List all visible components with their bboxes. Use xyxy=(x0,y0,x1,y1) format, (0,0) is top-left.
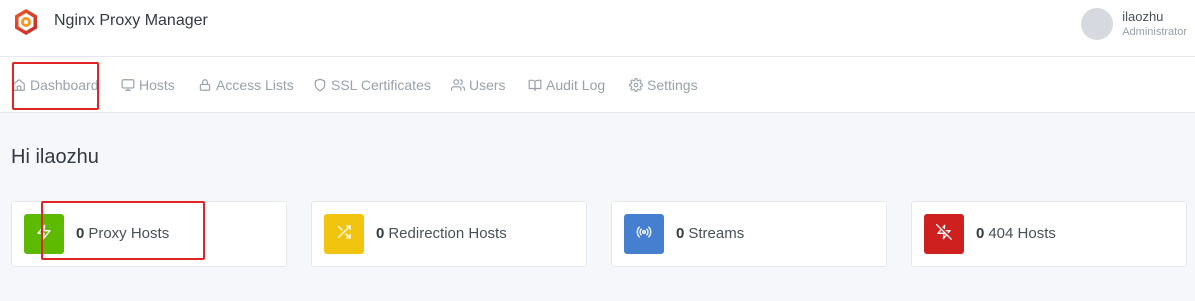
card-label: Redirection Hosts xyxy=(388,225,507,242)
home-icon xyxy=(12,78,26,92)
streams-stamp xyxy=(624,214,664,254)
card-count: 0 xyxy=(676,225,685,242)
shield-icon xyxy=(313,78,327,92)
proxy-hosts-stamp xyxy=(24,214,64,254)
redirection-hosts-stamp xyxy=(324,214,364,254)
card-label: Streams xyxy=(688,225,745,242)
nav-label: Audit Log xyxy=(546,77,606,93)
card-count: 0 xyxy=(376,225,385,242)
page-title: Hi ilaozhu xyxy=(11,146,99,168)
nav-label: Hosts xyxy=(139,77,175,93)
nav-item-hosts[interactable]: Hosts xyxy=(121,74,175,96)
card-proxy-hosts[interactable]: 0 Proxy Hosts xyxy=(11,201,287,267)
nav-item-users[interactable]: Users xyxy=(451,74,506,96)
card-text: 0 Redirection Hosts xyxy=(376,225,507,242)
main-nav: Dashboard Hosts Access Lists SSL Certifi… xyxy=(0,57,1195,113)
nav-label: Users xyxy=(469,77,506,93)
user-info: ilaozhu Administrator xyxy=(1122,8,1187,39)
card-count: 0 xyxy=(976,225,985,242)
book-icon xyxy=(528,78,542,92)
404-hosts-stamp xyxy=(924,214,964,254)
card-count: 0 xyxy=(76,225,85,242)
nav-label: Access Lists xyxy=(216,77,294,93)
nav-item-dashboard[interactable]: Dashboard xyxy=(12,74,99,96)
card-text: 0 Proxy Hosts xyxy=(76,225,169,242)
gear-icon xyxy=(629,78,643,92)
avatar[interactable] xyxy=(1081,8,1114,40)
nav-label: Dashboard xyxy=(30,77,99,93)
users-icon xyxy=(451,78,465,92)
nginx-proxy-manager-logo-icon xyxy=(12,8,40,36)
zap-icon xyxy=(36,224,52,245)
card-404-hosts[interactable]: 0 404 Hosts xyxy=(911,201,1187,267)
zap-off-icon xyxy=(936,223,952,245)
nav-item-audit-log[interactable]: Audit Log xyxy=(528,74,605,96)
card-label: 404 Hosts xyxy=(988,225,1056,242)
shuffle-icon xyxy=(336,224,352,245)
nav-item-ssl-certificates[interactable]: SSL Certificates xyxy=(313,74,431,96)
card-redirection-hosts[interactable]: 0 Redirection Hosts xyxy=(311,201,587,267)
radio-icon xyxy=(636,224,652,245)
card-streams[interactable]: 0 Streams xyxy=(611,201,887,267)
user-menu[interactable]: ilaozhu Administrator xyxy=(1081,6,1187,42)
top-header: Nginx Proxy Manager ilaozhu Administrato… xyxy=(0,0,1195,57)
user-role: Administrator xyxy=(1122,26,1187,39)
brand[interactable]: Nginx Proxy Manager xyxy=(12,8,208,36)
nav-item-access-lists[interactable]: Access Lists xyxy=(198,74,294,96)
card-label: Proxy Hosts xyxy=(88,225,170,242)
user-name: ilaozhu xyxy=(1122,8,1164,24)
nav-label: SSL Certificates xyxy=(331,77,431,93)
card-text: 0 Streams xyxy=(676,225,744,242)
nav-item-settings[interactable]: Settings xyxy=(629,74,698,96)
monitor-icon xyxy=(121,78,135,92)
app-title: Nginx Proxy Manager xyxy=(54,12,208,29)
lock-icon xyxy=(198,78,212,92)
card-text: 0 404 Hosts xyxy=(976,225,1056,242)
nav-label: Settings xyxy=(647,77,698,93)
